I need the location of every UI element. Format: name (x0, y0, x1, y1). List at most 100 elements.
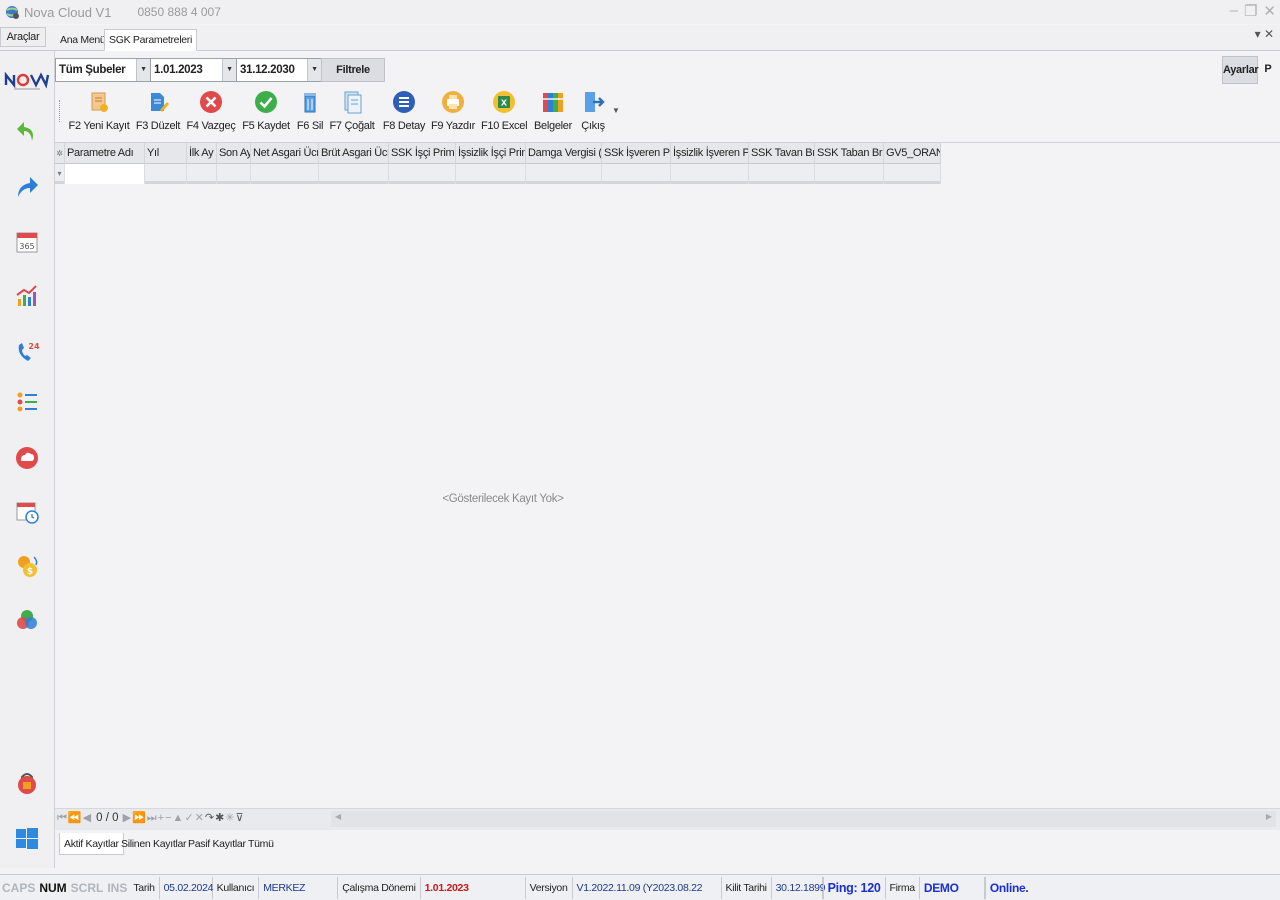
col-net-min-wage[interactable]: Net Asgari Ücret (251, 143, 319, 164)
save-button[interactable]: F5 Kaydet (241, 88, 291, 136)
filter-cell[interactable] (217, 164, 251, 184)
tab-strip: Araçlar Ana Menü SGK Parametreleri ▾ ✕ (0, 25, 1280, 51)
excel-export-button[interactable]: X F10 Excel (481, 88, 528, 136)
refresh-icon[interactable]: ↷ (205, 812, 215, 824)
windows-icon[interactable] (14, 825, 40, 851)
color-palette-icon[interactable] (14, 607, 40, 633)
tab-main-menu[interactable]: Ana Menü (55, 29, 110, 51)
growth-chart-icon[interactable] (14, 283, 40, 309)
save-label: F5 Kaydet (242, 120, 290, 132)
toolbar-overflow-icon[interactable]: ▼ (612, 106, 620, 115)
new-record-button[interactable]: F2 Yeni Kayıt (67, 88, 131, 136)
edit-button[interactable]: F3 Düzelt (135, 88, 181, 136)
detail-button[interactable]: F8 Detay (382, 88, 426, 136)
post-record-icon[interactable]: ✓ (184, 812, 194, 824)
cancel-button[interactable]: F4 Vazgeç (186, 88, 236, 136)
col-year[interactable]: Yıl (145, 143, 187, 164)
filter-cell[interactable] (145, 164, 187, 184)
filter-cell[interactable] (884, 164, 941, 184)
prev-record-icon[interactable]: ◀ (83, 812, 92, 824)
first-record-icon[interactable]: ⏮ (57, 812, 68, 824)
col-ssk-floor-gross[interactable]: SSK Taban Brüt (815, 143, 884, 164)
copy-button[interactable]: F7 Çoğalt (328, 88, 376, 136)
tab-active-records[interactable]: Aktif Kayıtlar (59, 833, 124, 855)
calendar-clock-icon[interactable] (14, 499, 40, 525)
filter-cell[interactable] (319, 164, 389, 184)
caps-lock-indicator: CAPS (2, 880, 36, 895)
last-record-icon[interactable]: ⏭ (147, 812, 158, 824)
redo-arrow-icon[interactable] (14, 173, 40, 199)
filter-cell[interactable] (187, 164, 217, 184)
tab-close-icon[interactable]: ✕ (1264, 27, 1274, 41)
col-parameter-name[interactable]: Parametre Adı (65, 143, 145, 164)
filter-cell[interactable] (389, 164, 456, 184)
insert-indicator: INS (107, 880, 128, 895)
calendar-365-icon[interactable]: 365 (14, 229, 40, 255)
print-button[interactable]: F9 Yazdır (431, 88, 475, 136)
filter-cell[interactable] (815, 164, 884, 184)
col-gv5-rate[interactable]: GV5_ORAN (884, 143, 941, 164)
scroll-left-icon[interactable]: ◀ (335, 812, 341, 821)
copy-label: F7 Çoğalt (329, 120, 375, 132)
tab-passive-records[interactable]: Pasif Kayıtlar (184, 833, 250, 855)
user-value: MERKEZ (258, 876, 339, 899)
horizontal-scrollbar[interactable]: ◀ ▶ (331, 811, 1276, 827)
toolbar-grip[interactable] (59, 100, 61, 122)
branch-value: Tüm Şubeler (59, 64, 126, 76)
start-date-picker[interactable]: 1.01.2023 ▼ (150, 58, 237, 82)
cloud-download-icon[interactable] (14, 445, 40, 471)
edit-record-icon[interactable]: ▲ (173, 812, 185, 824)
delete-button[interactable]: F6 Sil (296, 88, 324, 136)
col-unemployment-worker-premium[interactable]: İşsizlik İşçi Prim (456, 143, 526, 164)
tab-sgk-parameters[interactable]: SGK Parametreleri (104, 29, 198, 51)
branch-select[interactable]: Tüm Şubeler ▼ (55, 58, 151, 82)
filter-cell[interactable] (251, 164, 319, 184)
tools-menu[interactable]: Araçlar (0, 27, 46, 47)
col-ssk-ceiling-gross[interactable]: SSK Tavan Brüt (749, 143, 815, 164)
col-last-month[interactable]: Son Ay (217, 143, 251, 164)
filter-cell[interactable] (456, 164, 526, 184)
exit-button[interactable]: Çıkış (579, 88, 607, 136)
col-ssk-worker-premium[interactable]: SSK İşçi Primi % (389, 143, 456, 164)
col-gross-min-wage[interactable]: Brüt Asgari Ücret (319, 143, 389, 164)
scroll-right-icon[interactable]: ▶ (1266, 812, 1272, 821)
filter-cell[interactable] (526, 164, 602, 184)
col-ssk-employer-premium[interactable]: SSk İşveren Prim (602, 143, 671, 164)
column-chooser-icon[interactable]: ✲ (55, 143, 65, 164)
cancel-edit-icon[interactable]: ✕ (195, 812, 205, 824)
prev-page-icon[interactable]: ⏪ (68, 812, 83, 824)
filter-cell[interactable] (65, 164, 145, 184)
add-record-icon[interactable]: + (158, 812, 165, 824)
goto-bookmark-icon[interactable]: ✳ (225, 812, 235, 824)
bookmark-icon[interactable]: ✱ (215, 812, 225, 824)
documents-button[interactable]: Belgeler (533, 88, 573, 136)
task-list-icon[interactable] (14, 389, 40, 415)
col-first-month[interactable]: İlk Ay (187, 143, 217, 164)
tab-all-records[interactable]: Tümü (244, 833, 278, 855)
undo-arrow-icon[interactable] (14, 117, 40, 143)
tab-deleted-records[interactable]: Silinen Kayıtlar (117, 833, 190, 855)
col-unemployment-employer-premium[interactable]: İşsizlik İşveren Prim (671, 143, 749, 164)
next-page-icon[interactable]: ⏩ (132, 812, 147, 824)
chevron-down-icon[interactable]: ▼ (136, 59, 150, 81)
lock-icon[interactable] (14, 769, 40, 795)
next-record-icon[interactable]: ▶ (123, 812, 132, 824)
remove-record-icon[interactable]: − (165, 812, 172, 824)
tab-dropdown-icon[interactable]: ▾ (1255, 27, 1261, 41)
filter-cell[interactable] (671, 164, 749, 184)
restore-icon[interactable]: ❐ (1244, 2, 1257, 20)
col-stamp-tax[interactable]: Damga Vergisi (Binde) (526, 143, 602, 164)
end-date-picker[interactable]: 31.12.2030 ▼ (236, 58, 322, 82)
chevron-down-icon[interactable]: ▼ (307, 59, 321, 81)
currency-exchange-icon[interactable]: $ (14, 553, 40, 579)
filter-button[interactable]: Filtrele (321, 58, 385, 82)
chevron-down-icon[interactable]: ▼ (222, 59, 236, 81)
support-24-phone-icon[interactable]: 24 (14, 339, 40, 365)
close-icon[interactable]: ✕ (1263, 2, 1276, 20)
filter-cell[interactable] (749, 164, 815, 184)
filter-icon[interactable]: ⊽ (236, 812, 245, 824)
p-button[interactable]: P (1260, 56, 1276, 84)
minimize-icon[interactable]: – (1230, 2, 1238, 20)
filter-cell[interactable] (602, 164, 671, 184)
settings-button[interactable]: Ayarlar (1222, 56, 1259, 84)
